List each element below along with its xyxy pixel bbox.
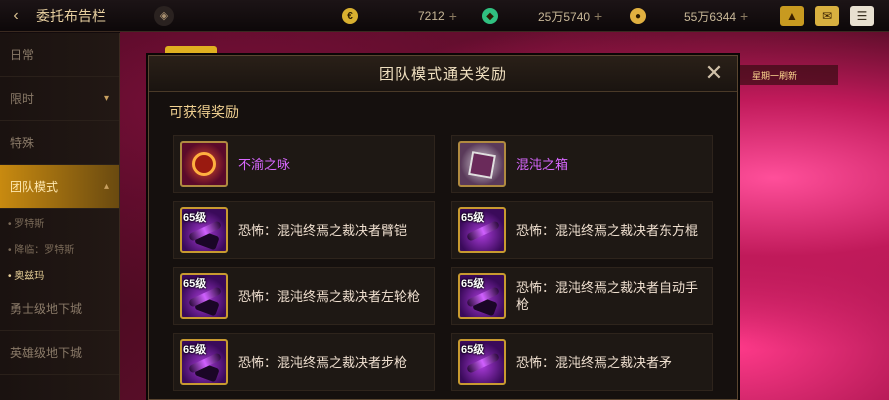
back-button[interactable]: ‹ xyxy=(0,0,32,32)
reward-name: 不渝之咏 xyxy=(238,156,291,172)
reward-item[interactable]: 不渝之咏 xyxy=(173,135,435,193)
currency-value: 55万6344 xyxy=(684,9,737,24)
add-orb-button[interactable]: + xyxy=(740,8,748,24)
refresh-banner: 星期一刷新 xyxy=(738,65,838,85)
reward-name: 恐怖：混沌终焉之裁决者左轮枪 xyxy=(238,288,421,304)
gold-coin-icon: € xyxy=(342,8,358,24)
reward-name: 恐怖：混沌终焉之裁决者矛 xyxy=(516,354,673,370)
back-arrow-icon: ‹ xyxy=(13,6,19,24)
reward-name: 恐怖：混沌终焉之裁决者东方棍 xyxy=(516,222,699,238)
level-badge: 65级 xyxy=(183,278,207,290)
reward-item[interactable]: 65级 恐怖：混沌终焉之裁决者步枪 xyxy=(173,333,435,391)
sidebar-item-hero-dungeon[interactable]: 英雄级地下城 xyxy=(0,331,119,375)
spear-icon: 65级 xyxy=(458,339,506,385)
mail-icon[interactable]: ✉ xyxy=(815,6,839,26)
sidebar-subitem-lotus[interactable]: • 罗特斯 xyxy=(0,209,119,235)
close-icon[interactable]: ✕ xyxy=(703,62,725,84)
reward-item[interactable]: 65级 恐怖：混沌终焉之裁决者矛 xyxy=(451,333,713,391)
reward-name: 恐怖：混沌终焉之裁决者步枪 xyxy=(238,354,408,370)
menu-icon[interactable]: ☰ xyxy=(850,6,874,26)
sidebar-item-team-mode[interactable]: 团队模式 ▴ xyxy=(0,165,119,209)
box-icon xyxy=(458,141,506,187)
rewards-grid: 不渝之咏 混沌之箱 65级 恐怖：混沌终焉之裁决者臂铠 65级 恐怖：混沌终焉之… xyxy=(173,135,713,391)
sidebar-subitem-descent-lotus[interactable]: • 降临：罗特斯 xyxy=(0,235,119,261)
page-title: 委托布告栏 xyxy=(36,7,106,24)
currency-gold: € 7212 + xyxy=(342,7,457,25)
treasure-icon[interactable]: ▲ xyxy=(780,6,804,26)
level-badge: 65级 xyxy=(461,344,485,356)
level-badge: 65级 xyxy=(461,212,485,224)
add-gold-button[interactable]: + xyxy=(449,8,457,24)
sidebar-subitem-ozma[interactable]: • 奥兹玛 xyxy=(0,261,119,287)
currency-gem: ◆ 25万5740 + xyxy=(482,7,602,25)
staff-icon: 65级 xyxy=(458,207,506,253)
section-title: 可获得奖励 xyxy=(169,104,239,120)
reward-item[interactable]: 65级 恐怖：混沌终焉之裁决者左轮枪 xyxy=(173,267,435,325)
level-badge: 65级 xyxy=(461,278,485,290)
arm-blade-icon: 65级 xyxy=(180,207,228,253)
reward-item[interactable]: 65级 恐怖：混沌终焉之裁决者东方棍 xyxy=(451,201,713,259)
gold-orb-icon: ● xyxy=(630,8,646,24)
pistol-icon: 65级 xyxy=(458,273,506,319)
currency-value: 7212 xyxy=(418,9,445,23)
sidebar: 日常 限时 ▾ 特殊 团队模式 ▴ • 罗特斯 • 降临：罗特斯 • 奥兹玛 勇士级… xyxy=(0,33,120,400)
modal-header: 团队模式通关奖励 ✕ xyxy=(149,56,737,92)
chevron-up-icon: ▴ xyxy=(103,181,109,192)
reward-item[interactable]: 65级 恐怖：混沌终焉之裁决者自动手枪 xyxy=(451,267,713,325)
reward-name: 混沌之箱 xyxy=(516,156,569,172)
reward-item[interactable]: 混沌之箱 xyxy=(451,135,713,193)
sidebar-item-daily[interactable]: 日常 xyxy=(0,33,119,77)
sidebar-item-special[interactable]: 特殊 xyxy=(0,121,119,165)
reward-name: 恐怖：混沌终焉之裁决者自动手枪 xyxy=(516,280,699,312)
revolver-icon: 65级 xyxy=(180,273,228,319)
chevron-down-icon: ▾ xyxy=(103,93,109,104)
sidebar-item-limited[interactable]: 限时 ▾ xyxy=(0,77,119,121)
unique-orb-icon xyxy=(180,141,228,187)
level-badge: 65级 xyxy=(183,344,207,356)
add-gem-button[interactable]: + xyxy=(594,8,602,24)
sidebar-item-warrior-dungeon[interactable]: 勇士级地下城 xyxy=(0,287,119,331)
reward-name: 恐怖：混沌终焉之裁决者臂铠 xyxy=(238,222,408,238)
level-badge: 65级 xyxy=(183,212,207,224)
reward-item[interactable]: 65级 恐怖：混沌终焉之裁决者臂铠 xyxy=(173,201,435,259)
bookmark-icon-button[interactable]: ◈ xyxy=(154,5,174,26)
rewards-modal: 团队模式通关奖励 ✕ 可获得奖励 不渝之咏 混沌之箱 65级 恐怖：混沌终焉之裁… xyxy=(148,55,738,400)
green-gem-icon: ◆ xyxy=(482,8,498,24)
rifle-icon: 65级 xyxy=(180,339,228,385)
modal-title: 团队模式通关奖励 xyxy=(378,66,507,83)
currency-orb: ● 55万6344 + xyxy=(630,7,748,25)
currency-value: 25万5740 xyxy=(538,9,591,24)
